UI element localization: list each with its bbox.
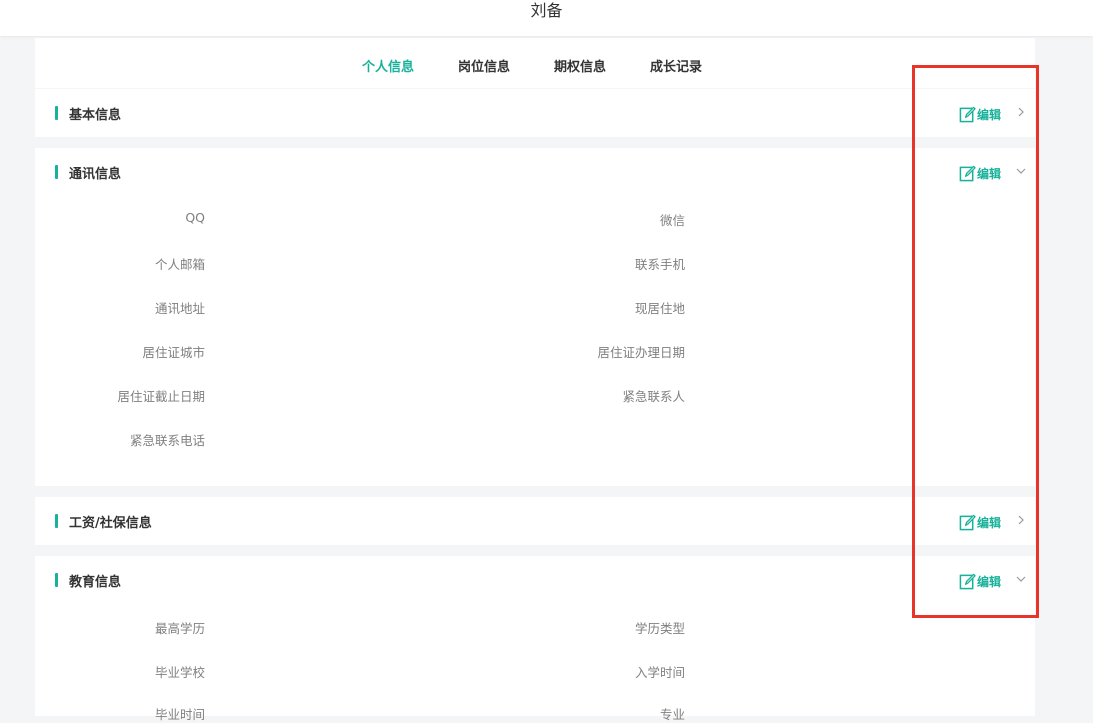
field-label-emergency-contact: 紧急联系人 (622, 389, 685, 404)
edit-icon (959, 573, 976, 589)
section-contact-info: 通讯信息 编辑 QQ 微信 个人邮箱 联系手机 通讯地址 现居住地 居住证城市 … (35, 148, 1035, 486)
section-accent-bar (55, 514, 58, 528)
section-accent-bar (55, 106, 58, 120)
field-label-permit-issue-date: 居住证办理日期 (597, 345, 685, 360)
edit-label: 编辑 (977, 166, 1002, 181)
section-header[interactable]: 工资/社保信息 编辑 (35, 497, 1035, 545)
section-title: 基本信息 (69, 108, 122, 123)
field-label-residence: 现居住地 (634, 301, 685, 316)
chevron-down-icon[interactable] (1015, 165, 1027, 177)
edit-button[interactable]: 编辑 (959, 571, 1001, 591)
section-accent-bar (55, 165, 58, 179)
section-header[interactable]: 基本信息 编辑 (35, 89, 1035, 137)
chevron-right-icon[interactable] (1015, 514, 1027, 526)
edit-icon (959, 165, 976, 181)
field-label-highest-degree: 最高学历 (154, 621, 205, 636)
field-label-address: 通讯地址 (154, 301, 205, 316)
field-label-emergency-phone: 紧急联系电话 (129, 433, 205, 448)
edit-icon (959, 106, 976, 122)
field-label-graduated-school: 毕业学校 (154, 665, 205, 680)
field-label-major: 专业 (659, 707, 685, 722)
tab-personal-info[interactable]: 个人信息 (362, 56, 414, 75)
field-label-email: 个人邮箱 (154, 257, 205, 272)
section-salary-social-info: 工资/社保信息 编辑 (35, 497, 1035, 545)
section-accent-bar (55, 573, 58, 587)
field-label-enrollment-date: 入学时间 (634, 665, 685, 680)
field-label-qq: QQ (185, 210, 205, 225)
top-bar: 刘备 (0, 0, 1093, 36)
tab-option-info[interactable]: 期权信息 (554, 56, 606, 75)
field-label-mobile: 联系手机 (634, 257, 685, 272)
chevron-right-icon[interactable] (1015, 106, 1027, 118)
field-label-wechat: 微信 (659, 213, 685, 228)
tab-growth-record[interactable]: 成长记录 (650, 56, 702, 75)
section-title: 工资/社保信息 (69, 516, 152, 531)
chevron-down-icon[interactable] (1015, 573, 1027, 585)
tab-position-info[interactable]: 岗位信息 (458, 56, 510, 75)
field-label-graduation-date: 毕业时间 (154, 707, 205, 722)
section-basic-info: 基本信息 编辑 (35, 89, 1035, 137)
edit-button[interactable]: 编辑 (959, 104, 1001, 124)
field-label-permit-expiry-date: 居住证截止日期 (117, 389, 205, 404)
section-header[interactable]: 教育信息 编辑 (35, 556, 1035, 604)
edit-label: 编辑 (977, 107, 1002, 122)
edit-icon (959, 514, 976, 530)
tab-bar: 个人信息 岗位信息 期权信息 成长记录 (35, 38, 1035, 88)
field-label-permit-city: 居住证城市 (142, 345, 205, 360)
section-education-info: 教育信息 编辑 最高学历 学历类型 毕业学校 入学时间 毕业时间 专业 (35, 556, 1035, 722)
section-title: 通讯信息 (69, 167, 122, 182)
edit-label: 编辑 (977, 574, 1002, 589)
edit-button[interactable]: 编辑 (959, 512, 1001, 532)
section-header[interactable]: 通讯信息 编辑 (35, 148, 1035, 196)
edit-label: 编辑 (977, 515, 1002, 530)
page-title: 刘备 (530, 1, 563, 20)
edit-button[interactable]: 编辑 (959, 163, 1001, 183)
section-title: 教育信息 (69, 575, 122, 590)
field-label-degree-type: 学历类型 (634, 621, 685, 636)
